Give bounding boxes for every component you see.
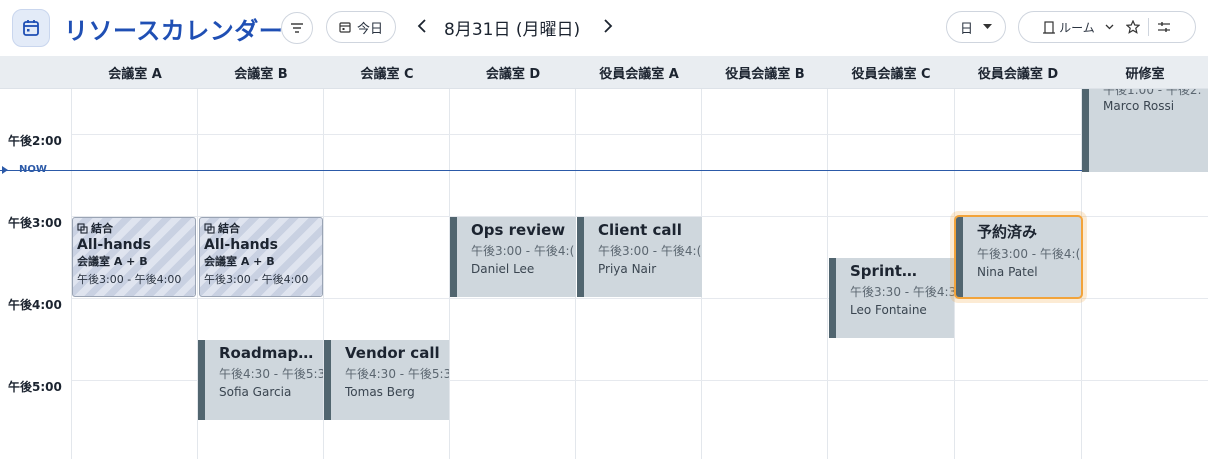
date-title: 8月31日 (月曜日) <box>444 20 581 40</box>
merged-event-card[interactable]: 結合 All-hands 会議室 A + B 午後3:00 - 午後4:00 <box>72 217 196 297</box>
event-title: Client call <box>598 221 682 239</box>
grid-line <box>827 89 828 459</box>
event-time: 午後1:00 - 午後2: <box>1103 89 1202 97</box>
resource-header[interactable]: 役員会議室 A <box>576 56 702 89</box>
resource-type-label: ルーム <box>1059 20 1095 35</box>
today-label: 今日 <box>356 21 383 37</box>
selected-event-card[interactable]: 予約済み 午後3:00 - 午後4:( Nina Patel <box>956 217 1081 297</box>
now-label: NOW <box>19 164 47 175</box>
view-select-value: 日 <box>959 21 973 37</box>
time-grid: 午後2:00 午後3:00 午後4:00 午後5:00 NOW 午後1:00 -… <box>0 89 1208 459</box>
event-time: 午後4:30 - 午後5:3 <box>219 367 323 381</box>
merge-icon <box>204 222 215 234</box>
event-time: 午後3:00 - 午後4:( <box>598 244 702 258</box>
prev-day-button[interactable] <box>412 14 432 38</box>
time-label: 午後5:00 <box>8 380 62 394</box>
view-select[interactable]: 日 <box>946 11 1006 43</box>
event-person: Priya Nair <box>598 262 657 276</box>
chevron-right-icon <box>604 19 613 33</box>
event-person: Marco Rossi <box>1103 99 1175 113</box>
event-person: Sofia Garcia <box>219 385 292 399</box>
merged-badge-label: 結合 <box>91 222 113 235</box>
merged-badge-label: 結合 <box>218 222 240 235</box>
room-icon <box>1043 20 1056 34</box>
event-title: Vendor call <box>345 344 440 362</box>
merged-event-card[interactable]: 結合 All-hands 会議室 A + B 午後3:00 - 午後4:00 <box>199 217 323 297</box>
resource-controls: ルーム <box>1018 11 1196 43</box>
event-rooms: 会議室 A + B <box>77 255 148 268</box>
merge-icon <box>77 222 88 234</box>
filter-icon <box>291 23 303 33</box>
event-time: 午後4:30 - 午後5:3 <box>345 367 449 381</box>
event-title: Ops review <box>471 221 566 239</box>
event-card[interactable]: Client call 午後3:00 - 午後4:( Priya Nair <box>577 217 702 297</box>
time-label: 午後3:00 <box>8 216 62 230</box>
event-card[interactable]: Ops review 午後3:00 - 午後4:( Daniel Lee <box>450 217 576 297</box>
resource-header[interactable]: 会議室 D <box>450 56 576 89</box>
resource-header[interactable]: 役員会議室 D <box>954 56 1082 89</box>
grid-line <box>72 298 1208 299</box>
resource-header[interactable]: 役員会議室 B <box>702 56 828 89</box>
resource-type-select[interactable]: ルーム <box>1043 19 1114 36</box>
event-card[interactable]: Vendor call 午後4:30 - 午後5:3 Tomas Berg <box>324 340 449 420</box>
merged-badge: 結合 <box>204 220 322 236</box>
grid-line <box>72 134 1208 135</box>
resource-header[interactable]: 会議室 C <box>324 56 450 89</box>
event-time: 午後3:00 - 午後4:00 <box>77 273 182 286</box>
chevron-down-icon <box>1105 24 1114 30</box>
now-marker-icon <box>2 166 8 174</box>
event-person: Daniel Lee <box>471 262 535 276</box>
calendar-small-icon <box>339 22 351 33</box>
event-person: Tomas Berg <box>345 385 415 399</box>
time-label: 午後2:00 <box>8 134 62 148</box>
chevron-left-icon <box>417 19 426 33</box>
divider <box>1147 18 1149 36</box>
event-time: 午後3:00 - 午後4:00 <box>204 273 309 286</box>
calendar-grid: 会議室 A 会議室 B 会議室 C 会議室 D 役員会議室 A 役員会議室 B … <box>0 56 1208 459</box>
resource-header[interactable]: 研修室 <box>1082 56 1208 89</box>
event-time: 午後3:00 - 午後4:( <box>977 247 1081 261</box>
toolbar: リソースカレンダー 今日 8月31日 (月曜日) 日 ルーム <box>0 0 1208 56</box>
grid-line <box>954 89 955 459</box>
event-title: All-hands <box>77 237 151 253</box>
today-button[interactable]: 今日 <box>326 11 396 43</box>
event-title: Sprint… <box>850 262 917 280</box>
event-time: 午後3:00 - 午後4:( <box>471 244 575 258</box>
resource-header[interactable]: 役員会議室 C <box>828 56 954 89</box>
event-card[interactable]: Roadmap… 午後4:30 - 午後5:3 Sofia Garcia <box>198 340 323 420</box>
resource-header-row: 会議室 A 会議室 B 会議室 C 会議室 D 役員会議室 A 役員会議室 B … <box>0 56 1208 89</box>
resource-header[interactable]: 会議室 A <box>72 56 198 89</box>
event-card[interactable]: Sprint… 午後3:30 - 午後4:3 Leo Fontaine <box>829 258 954 338</box>
event-title: 予約済み <box>977 223 1038 241</box>
event-title: Roadmap… <box>219 344 314 362</box>
caret-down-icon <box>983 24 992 29</box>
event-time: 午後3:30 - 午後4:3 <box>850 285 954 299</box>
next-day-button[interactable] <box>598 14 618 38</box>
app-title: リソースカレンダー <box>64 17 284 45</box>
event-card[interactable]: 午後1:00 - 午後2: Marco Rossi <box>1082 89 1208 172</box>
calendar-icon[interactable] <box>12 9 50 47</box>
time-label: 午後4:00 <box>8 298 62 312</box>
star-icon[interactable] <box>1125 20 1140 34</box>
now-indicator-line <box>0 170 1208 171</box>
resource-header[interactable]: 会議室 B <box>198 56 324 89</box>
filter-button[interactable] <box>281 12 313 44</box>
settings-sliders-icon[interactable] <box>1157 20 1171 34</box>
merged-badge: 結合 <box>77 220 195 236</box>
event-rooms: 会議室 A + B <box>204 255 275 268</box>
event-person: Nina Patel <box>977 265 1038 279</box>
event-title: All-hands <box>204 237 278 253</box>
event-person: Leo Fontaine <box>850 303 927 317</box>
